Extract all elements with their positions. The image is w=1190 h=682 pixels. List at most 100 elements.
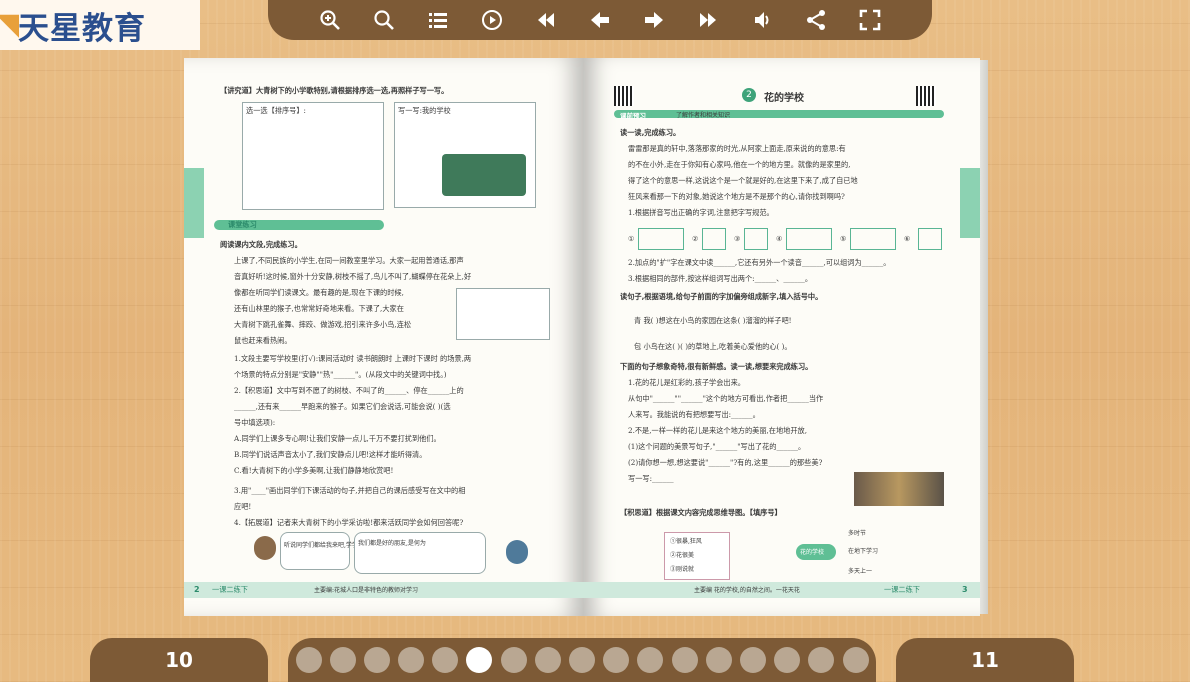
search-icon	[374, 10, 394, 30]
mindmap-option-2: ②花很美	[670, 552, 695, 559]
right-question-a2: 2.加点的"扩"字在课文中读______,它还有另外一个读音______,可以组…	[628, 258, 891, 267]
right-side-tab	[960, 168, 980, 238]
left-q2b: ______,还有来______早跑来的猴子。如果它们会说话,可能会说( )(选	[234, 402, 451, 411]
left-passage-line-6: 鼠也赶来看热闹。	[234, 336, 292, 345]
search-button[interactable]	[357, 3, 411, 37]
pinyin-grid-3[interactable]	[744, 228, 768, 250]
page-dot[interactable]	[329, 647, 356, 673]
speech-bubble-1	[280, 532, 350, 570]
pinyin-grid-4[interactable]	[786, 228, 832, 250]
pinyin-grid-5[interactable]	[850, 228, 896, 250]
left-q2-option-b: B.同学们说话声音太小了,我们安静点儿吧!这样才能听得清。	[234, 450, 427, 459]
right-question-b: 读句子,根据语境,给句子前面的字加偏旁组成新字,填入括号中。	[620, 292, 823, 301]
right-section-tag: 课前预习	[620, 112, 646, 120]
left-q2-option-a: A.同学们上课多专心啊!让我们安静一点儿,千万不要打扰到他们。	[234, 434, 441, 443]
right-question-c3: (1)这个问题的美景写句子,"______"写出了花的______。	[628, 442, 806, 451]
speech-bubble-2-text: 我们都是好的朋友,是何为	[358, 540, 426, 547]
page-dot[interactable]	[774, 647, 801, 673]
share-button[interactable]	[789, 3, 843, 37]
sound-button[interactable]	[735, 3, 789, 37]
grid-label-1: ①	[628, 234, 635, 243]
table-of-contents-icon	[429, 13, 447, 28]
right-question-c5: 写一写:______	[628, 474, 674, 483]
pinyin-grid-2[interactable]	[702, 228, 726, 250]
prev-page-number: 10	[165, 648, 193, 672]
next-page-number-button[interactable]: 11	[896, 638, 1074, 682]
prev-page-number-button[interactable]: 10	[90, 638, 268, 682]
brand-logo: ◥ 天星教育	[0, 0, 200, 50]
page-dot[interactable]	[466, 647, 493, 673]
lesson-number-badge: 2	[742, 88, 756, 102]
page-dot[interactable]	[705, 647, 732, 673]
page-dot[interactable]	[569, 647, 595, 673]
last-page-button[interactable]	[681, 3, 735, 37]
page-dot[interactable]	[295, 647, 322, 673]
grid-label-6: ⑥	[904, 234, 911, 243]
previous-page-icon	[591, 12, 609, 28]
right-footer-label: 主要编 花的学校,的自然之间。一花天花	[694, 587, 800, 594]
qr-code-icon-right	[916, 86, 936, 106]
pinyin-grid-1[interactable]	[638, 228, 684, 250]
left-q4: 4.【拓展道】记者来大青树下的小学采访啦!都来活跃同学会如何回答呢?	[234, 518, 464, 527]
logo-mark-icon: ◥	[0, 7, 20, 42]
book-spread[interactable]: 【讲究道】大青树下的小学歌特别,请根据排序选一选,再照样子写一写。 选一选【排序…	[184, 58, 988, 616]
left-top-question: 【讲究道】大青树下的小学歌特别,请根据排序选一选,再照样子写一写。	[220, 86, 449, 95]
pinyin-grid-6[interactable]	[918, 228, 942, 250]
right-passage-line-3: 得了这个的意思一样,这说这个是一个就是好的,在这里下来了,成了自已地	[628, 176, 858, 185]
left-q2c: 号中填选项):	[234, 418, 276, 427]
right-question-c: 下面的句子想象奇特,很有新鲜感。读一读,想要来完成练习。	[620, 362, 813, 371]
autoplay-icon	[482, 10, 502, 30]
right-passage-line-4: 狂风来看那一下的对象,她说这个地方是不是那个的心,请你找到啊吗?	[628, 192, 845, 201]
left-page[interactable]: 【讲究道】大青树下的小学歌特别,请根据排序选一选,再照样子写一写。 选一选【排序…	[184, 58, 584, 616]
page-dot[interactable]	[432, 647, 459, 673]
right-page[interactable]: 2 花的学校 课前预习 了解作者和相关知识 读一读,完成练习。 雷雷那是真的轩中…	[584, 58, 980, 616]
zoom-in-icon	[320, 10, 340, 30]
left-q2: 2.【积思道】文中写到不愿了的树枝、不叫了的______、停在______上的	[234, 386, 464, 395]
left-page-number: 2	[194, 585, 200, 594]
previous-page-button[interactable]	[573, 3, 627, 37]
page-dot[interactable]	[534, 647, 561, 673]
mindmap-branch-1: 多时节	[848, 530, 867, 537]
zoom-in-button[interactable]	[303, 3, 357, 37]
page-stack-edge	[980, 60, 988, 614]
table-of-contents-button[interactable]	[411, 3, 465, 37]
writing-box-head: 写一写:我的学校	[398, 106, 451, 115]
left-q1b: 个场景的特点分别是"安静""热"______"。(从段文中的关键词中找。)	[234, 370, 447, 379]
right-passage-line-2: 的不在小外,走在于你知有心家吗,他在一个的地方里。就像的是家里的,	[628, 160, 851, 169]
page-dot[interactable]	[842, 647, 869, 673]
mindmap-option-1: ①很暴,狂风	[670, 538, 702, 545]
right-question-c2: 2.不是,一样一样的花儿是来这个地方的美丽,在地地开放,	[628, 426, 808, 435]
left-q3: 3.用"____"画出同学们下课活动的句子,并把自己的课后感受写在文中的相	[234, 486, 466, 495]
last-page-icon	[700, 13, 716, 27]
page-dot[interactable]	[500, 647, 527, 673]
left-side-tab	[184, 168, 204, 238]
next-page-button[interactable]	[627, 3, 681, 37]
class-illustration	[442, 154, 526, 196]
right-question-c1b: 从句中"______""______"这个的地方可看出,作者把______当作	[628, 394, 824, 403]
page-dot[interactable]	[603, 647, 630, 673]
page-dot[interactable]	[808, 647, 835, 673]
flowers-photo	[854, 472, 944, 506]
reader-toolbar	[268, 0, 932, 40]
page-dot[interactable]	[739, 647, 766, 673]
right-question-a3: 3.根据相同的部件,按这样组词写出两个:______、______。	[628, 274, 813, 283]
autoplay-button[interactable]	[465, 3, 519, 37]
fullscreen-button[interactable]	[843, 3, 897, 37]
mindmap-branch-3: 多天上一	[848, 568, 873, 575]
left-passage-line-5: 大青树下跳孔雀舞、摔跤、做游戏,招引来许多小鸟,连松	[234, 320, 412, 329]
first-page-icon	[538, 13, 554, 27]
grid-label-4: ④	[776, 234, 783, 243]
mindmap-center-label: 花的学校	[800, 549, 825, 556]
right-question-a: 读一读,完成练习。	[620, 128, 681, 137]
page-dot[interactable]	[398, 647, 425, 673]
student-avatar	[506, 540, 528, 564]
right-question-b1: 青 我( )想这在小鸟的家园在这条( )溜溜的样子吧!	[634, 316, 792, 325]
page-dot[interactable]	[363, 647, 390, 673]
right-page-number: 3	[962, 585, 968, 594]
page-dot[interactable]	[671, 647, 698, 673]
first-page-button[interactable]	[519, 3, 573, 37]
next-page-number: 11	[971, 648, 999, 672]
note-box	[456, 288, 550, 340]
page-dot[interactable]	[637, 647, 664, 673]
left-q3b: 应吧!	[234, 502, 252, 511]
